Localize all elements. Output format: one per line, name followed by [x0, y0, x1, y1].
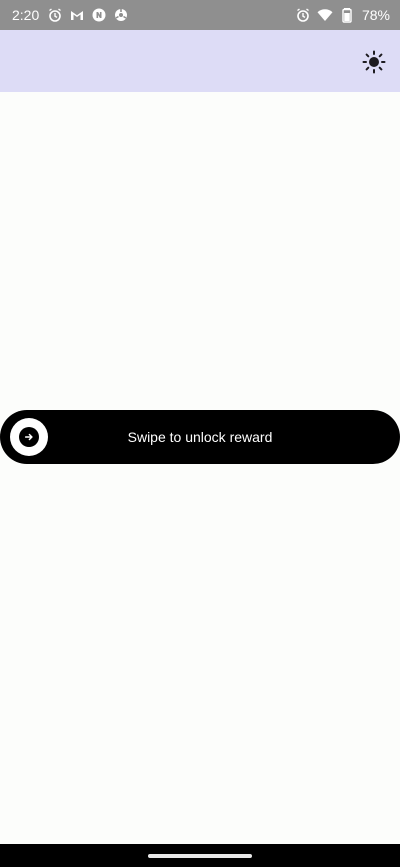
alarm-icon — [295, 7, 311, 23]
home-gesture-handle[interactable] — [148, 854, 252, 858]
battery-percent: 78% — [361, 7, 390, 23]
status-left: 2:20 — [12, 7, 129, 23]
gmail-icon — [69, 7, 85, 23]
app-bar — [0, 30, 400, 92]
swipe-label: Swipe to unlock reward — [127, 429, 273, 445]
status-time: 2:20 — [12, 7, 40, 23]
theme-toggle-button[interactable] — [362, 50, 386, 74]
sync-icon — [113, 7, 129, 23]
main-content — [0, 92, 400, 844]
alarm-icon — [47, 7, 63, 23]
brightness-icon — [362, 50, 386, 74]
arrow-right-icon — [19, 427, 39, 447]
wifi-icon — [317, 7, 333, 23]
battery-icon — [339, 7, 355, 23]
swipe-to-unlock-track[interactable]: Swipe to unlock reward — [0, 410, 400, 464]
navigation-bar — [0, 844, 400, 867]
status-right: 78% — [295, 7, 390, 23]
swipe-knob[interactable] — [10, 418, 48, 456]
status-bar: 2:20 78% — [0, 0, 400, 30]
app-notification-icon — [91, 7, 107, 23]
